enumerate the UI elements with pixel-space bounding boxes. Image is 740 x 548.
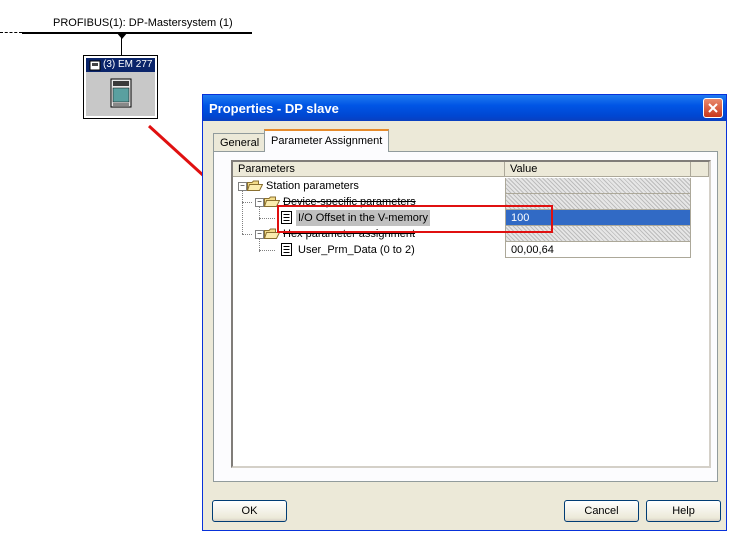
bus-drop-line	[121, 33, 122, 55]
tab-panel: Parameters Value − Station parameters −	[213, 151, 718, 482]
close-icon	[708, 103, 718, 113]
tree-line	[242, 202, 252, 203]
bus-label: PROFIBUS(1): DP-Mastersystem (1)	[53, 17, 233, 29]
tab-parameter-assignment[interactable]: Parameter Assignment	[264, 129, 390, 152]
collapse-toggle[interactable]: −	[238, 182, 247, 191]
annotation-highlight-box	[277, 205, 553, 233]
tree-item-user-prm-data[interactable]: User_Prm_Data (0 to 2)	[298, 242, 415, 258]
folder-open-icon	[247, 180, 263, 191]
parameter-doc-icon	[281, 243, 292, 256]
station-header: (3) EM 277	[86, 58, 155, 72]
value-cell-user-prm-data[interactable]: 00,00,64	[505, 242, 691, 258]
station-em277[interactable]: (3) EM 277	[83, 55, 158, 119]
tab-general[interactable]: General	[213, 133, 267, 151]
bus-connector	[116, 32, 128, 39]
help-button[interactable]: Help	[646, 500, 721, 522]
parameter-grid: Parameters Value − Station parameters −	[231, 160, 711, 468]
slave-icon	[89, 60, 101, 70]
profibus-line[interactable]	[22, 32, 252, 34]
column-header-filler	[691, 162, 709, 177]
tree-line	[259, 218, 275, 219]
station-label: (3) EM 277	[103, 59, 153, 70]
tree-line	[242, 188, 243, 234]
column-header-parameters[interactable]: Parameters	[233, 162, 505, 177]
tree-line	[259, 250, 275, 251]
cancel-button[interactable]: Cancel	[564, 500, 639, 522]
dialog-title: Properties - DP slave	[209, 101, 339, 116]
collapse-toggle[interactable]: −	[255, 198, 264, 207]
value-cell-station-parameters	[505, 178, 691, 194]
collapse-toggle[interactable]: −	[255, 230, 264, 239]
device-module-icon	[110, 78, 132, 108]
close-button[interactable]	[703, 98, 723, 118]
tree-line	[242, 234, 252, 235]
ok-button[interactable]: OK	[212, 500, 287, 522]
tree-item-station-parameters[interactable]: Station parameters	[266, 178, 359, 194]
properties-dialog: Properties - DP slave General Parameter …	[202, 94, 727, 531]
column-header-value[interactable]: Value	[505, 162, 691, 177]
dialog-titlebar[interactable]: Properties - DP slave	[203, 95, 726, 121]
bus-line-extension	[0, 32, 22, 33]
